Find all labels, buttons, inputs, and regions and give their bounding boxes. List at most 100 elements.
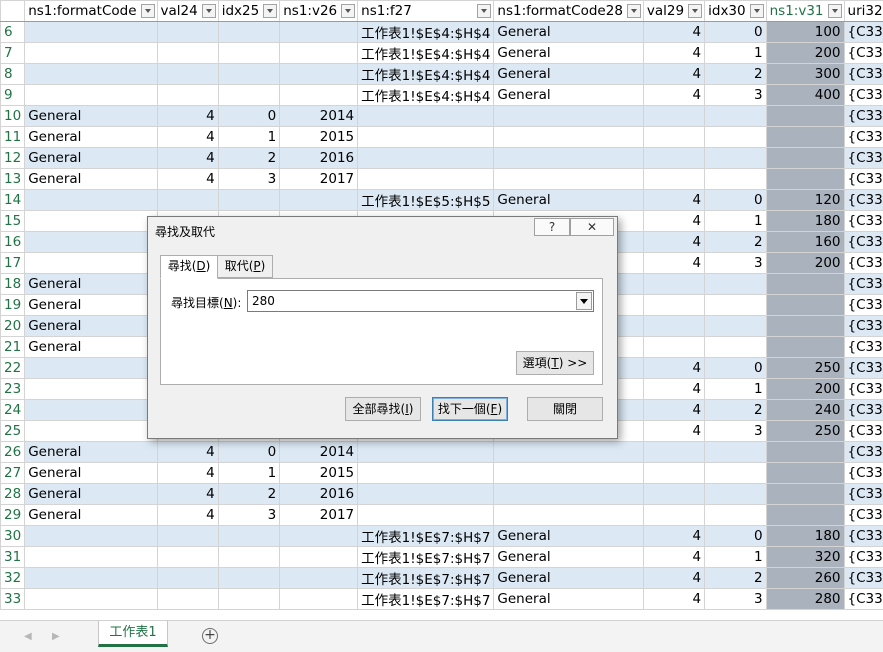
column-header[interactable]: val29: [643, 1, 704, 22]
table-cell[interactable]: [358, 106, 494, 127]
table-cell[interactable]: 1: [705, 211, 767, 232]
table-cell[interactable]: 2: [705, 568, 767, 589]
table-cell[interactable]: [25, 379, 157, 400]
table-cell[interactable]: {C33800: [844, 547, 883, 568]
table-cell[interactable]: {C33800: [844, 106, 883, 127]
table-cell[interactable]: 0: [218, 106, 280, 127]
table-cell[interactable]: [705, 316, 767, 337]
table-cell[interactable]: [218, 190, 280, 211]
table-cell[interactable]: {C33800: [844, 169, 883, 190]
table-cell[interactable]: [280, 568, 358, 589]
table-cell[interactable]: 2014: [280, 442, 358, 463]
table-cell[interactable]: 4: [643, 211, 704, 232]
table-cell[interactable]: 200: [766, 43, 844, 64]
table-cell[interactable]: 3: [705, 85, 767, 106]
table-cell[interactable]: 4: [643, 253, 704, 274]
column-header[interactable]: ns1:formatCode: [25, 1, 157, 22]
table-cell[interactable]: General: [25, 505, 157, 526]
table-cell[interactable]: [766, 169, 844, 190]
table-cell[interactable]: [494, 106, 644, 127]
table-cell[interactable]: [218, 64, 280, 85]
table-cell[interactable]: [25, 547, 157, 568]
table-cell[interactable]: 2016: [280, 148, 358, 169]
table-cell[interactable]: 2: [705, 400, 767, 421]
table-cell[interactable]: General: [25, 316, 157, 337]
table-cell[interactable]: 4: [643, 400, 704, 421]
column-header[interactable]: ns1:formatCode28: [494, 1, 644, 22]
table-cell[interactable]: 2016: [280, 484, 358, 505]
table-cell[interactable]: 1: [705, 43, 767, 64]
table-cell[interactable]: {C33800: [844, 379, 883, 400]
table-cell[interactable]: [25, 253, 157, 274]
row-number[interactable]: 32: [1, 568, 25, 589]
table-cell[interactable]: 2: [705, 232, 767, 253]
filter-dropdown-icon[interactable]: [750, 4, 764, 18]
row-number[interactable]: 33: [1, 589, 25, 610]
find-what-input[interactable]: 280: [247, 290, 594, 312]
table-cell[interactable]: General: [494, 589, 644, 610]
table-cell[interactable]: [766, 463, 844, 484]
table-cell[interactable]: [766, 316, 844, 337]
table-cell[interactable]: [494, 463, 644, 484]
row-number[interactable]: 25: [1, 421, 25, 442]
table-cell[interactable]: General: [494, 43, 644, 64]
table-cell[interactable]: [766, 505, 844, 526]
table-cell[interactable]: {C33800: [844, 589, 883, 610]
row-number[interactable]: 8: [1, 64, 25, 85]
table-cell[interactable]: 4: [643, 547, 704, 568]
table-cell[interactable]: {C33800: [844, 211, 883, 232]
table-cell[interactable]: [25, 568, 157, 589]
table-cell[interactable]: 4: [157, 169, 218, 190]
table-cell[interactable]: [358, 442, 494, 463]
table-cell[interactable]: {C33800: [844, 442, 883, 463]
table-cell[interactable]: 2015: [280, 127, 358, 148]
table-cell[interactable]: [358, 463, 494, 484]
table-cell[interactable]: General: [25, 484, 157, 505]
table-cell[interactable]: [494, 442, 644, 463]
table-cell[interactable]: 0: [705, 526, 767, 547]
table-cell[interactable]: 4: [643, 358, 704, 379]
table-cell[interactable]: 4: [643, 589, 704, 610]
table-cell[interactable]: 工作表1!$E$4:$H$4: [358, 64, 494, 85]
table-cell[interactable]: [280, 85, 358, 106]
options-button[interactable]: 選項(T) >>: [516, 351, 594, 375]
table-cell[interactable]: General: [494, 190, 644, 211]
table-cell[interactable]: 300: [766, 64, 844, 85]
table-cell[interactable]: 2: [705, 64, 767, 85]
table-cell[interactable]: 400: [766, 85, 844, 106]
table-cell[interactable]: {C33800: [844, 64, 883, 85]
table-cell[interactable]: [358, 484, 494, 505]
table-cell[interactable]: 1: [218, 127, 280, 148]
table-cell[interactable]: [358, 148, 494, 169]
table-cell[interactable]: [280, 64, 358, 85]
table-cell[interactable]: 2: [218, 484, 280, 505]
table-cell[interactable]: {C33800: [844, 22, 883, 43]
row-number[interactable]: 7: [1, 43, 25, 64]
row-number[interactable]: 31: [1, 547, 25, 568]
table-cell[interactable]: 4: [157, 442, 218, 463]
table-cell[interactable]: [705, 127, 767, 148]
row-number[interactable]: 30: [1, 526, 25, 547]
column-header[interactable]: idx30: [705, 1, 767, 22]
table-cell[interactable]: [705, 484, 767, 505]
table-cell[interactable]: General: [25, 442, 157, 463]
table-cell[interactable]: [766, 295, 844, 316]
table-cell[interactable]: 4: [643, 568, 704, 589]
table-cell[interactable]: {C33800: [844, 505, 883, 526]
table-cell[interactable]: [705, 463, 767, 484]
table-cell[interactable]: [157, 547, 218, 568]
table-cell[interactable]: 工作表1!$E$7:$H$7: [358, 568, 494, 589]
table-cell[interactable]: [705, 148, 767, 169]
table-cell[interactable]: 3: [705, 589, 767, 610]
table-cell[interactable]: 4: [157, 463, 218, 484]
table-cell[interactable]: General: [25, 148, 157, 169]
table-cell[interactable]: [157, 85, 218, 106]
chevron-down-icon[interactable]: [576, 292, 592, 310]
table-cell[interactable]: [25, 421, 157, 442]
table-cell[interactable]: 4: [643, 421, 704, 442]
filter-dropdown-icon[interactable]: [477, 4, 491, 18]
table-cell[interactable]: {C33800: [844, 127, 883, 148]
table-cell[interactable]: [218, 526, 280, 547]
tab-replace[interactable]: 取代(P): [217, 255, 273, 278]
row-number[interactable]: 26: [1, 442, 25, 463]
